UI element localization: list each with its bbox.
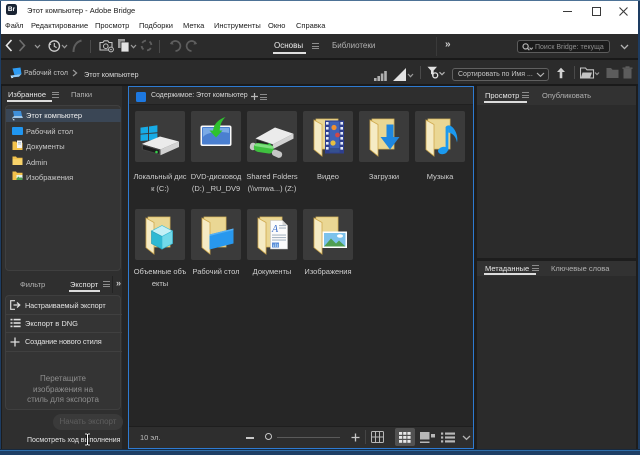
svg-text:A: A: [271, 224, 279, 235]
